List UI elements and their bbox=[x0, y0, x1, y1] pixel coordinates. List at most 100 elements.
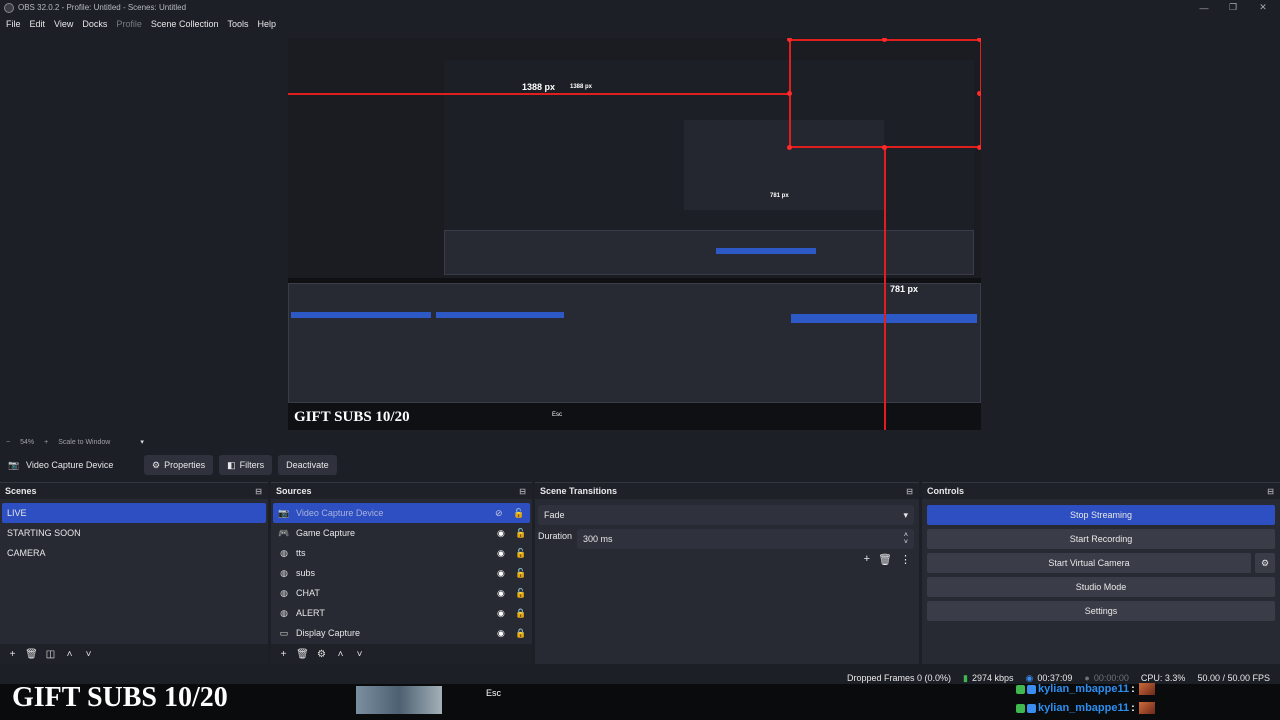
eye-icon[interactable]: ◉ bbox=[497, 568, 508, 579]
sources-dock: Sources ⊟ 📷 Video Capture Device ⊘ 🔓 🎮 Game C… bbox=[271, 482, 532, 664]
sources-footer: + 🗑 ⚙ ˄ ˅ bbox=[271, 644, 532, 664]
scale-mode-select[interactable]: Scale to Window bbox=[58, 439, 110, 446]
move-up-icon[interactable]: ˄ bbox=[334, 649, 347, 660]
controls-title: Controls bbox=[927, 486, 964, 496]
filters-button[interactable]: ◧ Filters bbox=[219, 455, 273, 475]
nested-obs-capture: GIFT SUBS 10/20 bbox=[288, 38, 981, 309]
move-down-icon[interactable]: ˅ bbox=[82, 649, 95, 660]
captured-docks bbox=[288, 283, 981, 403]
chevron-down-icon[interactable]: ▾ bbox=[140, 438, 144, 446]
move-down-icon[interactable]: ˅ bbox=[353, 649, 366, 660]
menu-file[interactable]: File bbox=[6, 19, 21, 29]
undock-icon[interactable]: ⊟ bbox=[255, 487, 262, 496]
duration-label: Duration bbox=[538, 531, 573, 541]
start-recording-button[interactable]: Start Recording bbox=[927, 529, 1275, 549]
lock-icon[interactable]: 🔒 bbox=[515, 628, 526, 639]
close-button[interactable]: ✕ bbox=[1248, 0, 1278, 15]
menu-scene-collection[interactable]: Scene Collection bbox=[151, 19, 219, 29]
source-item[interactable]: ◍ tts ◉ 🔓 bbox=[271, 543, 532, 563]
menu-help[interactable]: Help bbox=[257, 19, 276, 29]
resize-handle[interactable] bbox=[787, 145, 792, 150]
menu-tools[interactable]: Tools bbox=[227, 19, 248, 29]
unlock-icon[interactable]: 🔓 bbox=[515, 588, 526, 599]
menu-view[interactable]: View bbox=[54, 19, 73, 29]
scene-item[interactable]: CAMERA bbox=[0, 543, 268, 563]
nested-selected-bar bbox=[716, 248, 816, 254]
undock-icon[interactable]: ⊟ bbox=[519, 487, 526, 496]
source-item[interactable]: ◍ subs ◉ 🔓 bbox=[271, 563, 532, 583]
resize-handle[interactable] bbox=[882, 145, 887, 150]
undock-icon[interactable]: ⊟ bbox=[1267, 487, 1274, 496]
bitrate-value: 2974 kbps bbox=[971, 673, 1014, 683]
move-up-icon[interactable]: ˄ bbox=[63, 649, 76, 660]
scene-item[interactable]: LIVE bbox=[2, 503, 266, 523]
settings-button[interactable]: Settings bbox=[927, 601, 1275, 621]
filter-icon[interactable]: ◫ bbox=[44, 649, 57, 660]
zoom-in-button[interactable]: + bbox=[44, 439, 48, 446]
transitions-dock-header: Scene Transitions ⊟ bbox=[535, 483, 919, 499]
controls-dock: Controls ⊟ Stop Streaming Start Recording… bbox=[922, 482, 1280, 664]
virtual-camera-settings-button[interactable]: ⚙ bbox=[1255, 553, 1275, 573]
source-item[interactable]: 🎮 Game Capture ◉ 🔓 bbox=[271, 523, 532, 543]
transition-actions: + 🗑 ⋮ bbox=[864, 553, 911, 566]
unlock-icon[interactable]: 🔓 bbox=[515, 528, 526, 539]
add-icon[interactable]: + bbox=[6, 649, 19, 660]
resize-handle[interactable] bbox=[787, 91, 792, 96]
menu-edit[interactable]: Edit bbox=[30, 19, 46, 29]
undock-icon[interactable]: ⊟ bbox=[906, 487, 913, 496]
source-list: 📷 Video Capture Device ⊘ 🔓 🎮 Game Capture ◉ 🔓 … bbox=[271, 503, 532, 643]
zoom-level: 54% bbox=[20, 438, 35, 446]
add-icon[interactable]: + bbox=[864, 553, 870, 566]
eye-icon[interactable]: ◉ bbox=[497, 528, 508, 539]
eye-icon[interactable]: ◉ bbox=[497, 588, 508, 599]
badge-icon bbox=[1016, 684, 1025, 694]
unlock-icon[interactable]: 🔓 bbox=[515, 548, 526, 559]
gear-icon[interactable]: ⚙ bbox=[315, 649, 328, 660]
scenes-footer: + 🗑 ◫ ˄ ˅ bbox=[0, 644, 268, 664]
scene-item[interactable]: STARTING SOON bbox=[0, 523, 268, 543]
menu-profile[interactable]: Profile bbox=[116, 19, 142, 29]
menu-docks[interactable]: Docks bbox=[82, 19, 107, 29]
broadcast-icon: ◉ bbox=[1025, 672, 1034, 683]
resize-handle[interactable] bbox=[977, 38, 981, 42]
source-item[interactable]: ▭ Display Capture ◉ 🔒 bbox=[271, 623, 532, 643]
eye-icon[interactable]: ◉ bbox=[497, 628, 508, 639]
unlock-icon[interactable]: 🔓 bbox=[513, 508, 524, 519]
start-virtual-camera-button[interactable]: Start Virtual Camera bbox=[927, 553, 1251, 573]
chevron-down-icon: ▾ bbox=[903, 509, 908, 520]
spin-arrows-icon[interactable]: ˄ ˅ bbox=[904, 532, 908, 546]
trash-icon[interactable]: 🗑 bbox=[296, 649, 309, 660]
duration-spinbox[interactable]: 300 ms ˄ ˅ bbox=[577, 529, 914, 549]
resize-handle[interactable] bbox=[977, 91, 981, 96]
preview-canvas[interactable]: GIFT SUBS 10/20 GIFT SUBS 10/20 Esc 1388… bbox=[288, 38, 981, 430]
stop-streaming-button[interactable]: Stop Streaming bbox=[927, 505, 1275, 525]
source-item[interactable]: ◍ CHAT ◉ 🔓 bbox=[271, 583, 532, 603]
more-icon[interactable]: ⋮ bbox=[900, 553, 911, 566]
resize-handle[interactable] bbox=[977, 145, 981, 150]
properties-button[interactable]: ⚙ Properties bbox=[144, 455, 214, 475]
eye-icon[interactable]: ◉ bbox=[497, 548, 508, 559]
source-item[interactable]: ◍ ALERT ◉ 🔒 bbox=[271, 603, 532, 623]
eye-icon[interactable]: ◉ bbox=[497, 608, 508, 619]
gear-icon: ⚙ bbox=[1260, 557, 1270, 568]
deactivate-button[interactable]: Deactivate bbox=[278, 455, 337, 475]
gear-icon: ⚙ bbox=[152, 459, 161, 470]
unlock-icon[interactable]: 🔓 bbox=[515, 568, 526, 579]
lock-icon[interactable]: 🔒 bbox=[515, 608, 526, 619]
trash-icon[interactable]: 🗑 bbox=[25, 649, 38, 660]
captured-source-selected bbox=[436, 312, 564, 318]
record-icon: ● bbox=[1084, 673, 1090, 683]
zoom-out-button[interactable]: − bbox=[6, 439, 10, 446]
minimize-button[interactable]: — bbox=[1189, 0, 1219, 15]
transitions-dock: Scene Transitions ⊟ Fade ▾ Duration 300 ms… bbox=[535, 482, 919, 664]
trash-icon[interactable]: 🗑 bbox=[878, 553, 892, 566]
menu-bar: File Edit View Docks Profile Scene Colle… bbox=[0, 15, 1280, 32]
source-item[interactable]: 📷 Video Capture Device ⊘ 🔓 bbox=[273, 503, 530, 523]
studio-mode-button[interactable]: Studio Mode bbox=[927, 577, 1275, 597]
emote-icon bbox=[1138, 683, 1155, 695]
maximize-button[interactable]: ❐ bbox=[1218, 0, 1248, 15]
eye-hidden-icon[interactable]: ⊘ bbox=[495, 508, 506, 519]
add-icon[interactable]: + bbox=[277, 649, 290, 660]
gamepad-icon: 🎮 bbox=[278, 527, 290, 538]
transition-select[interactable]: Fade ▾ bbox=[538, 505, 914, 525]
